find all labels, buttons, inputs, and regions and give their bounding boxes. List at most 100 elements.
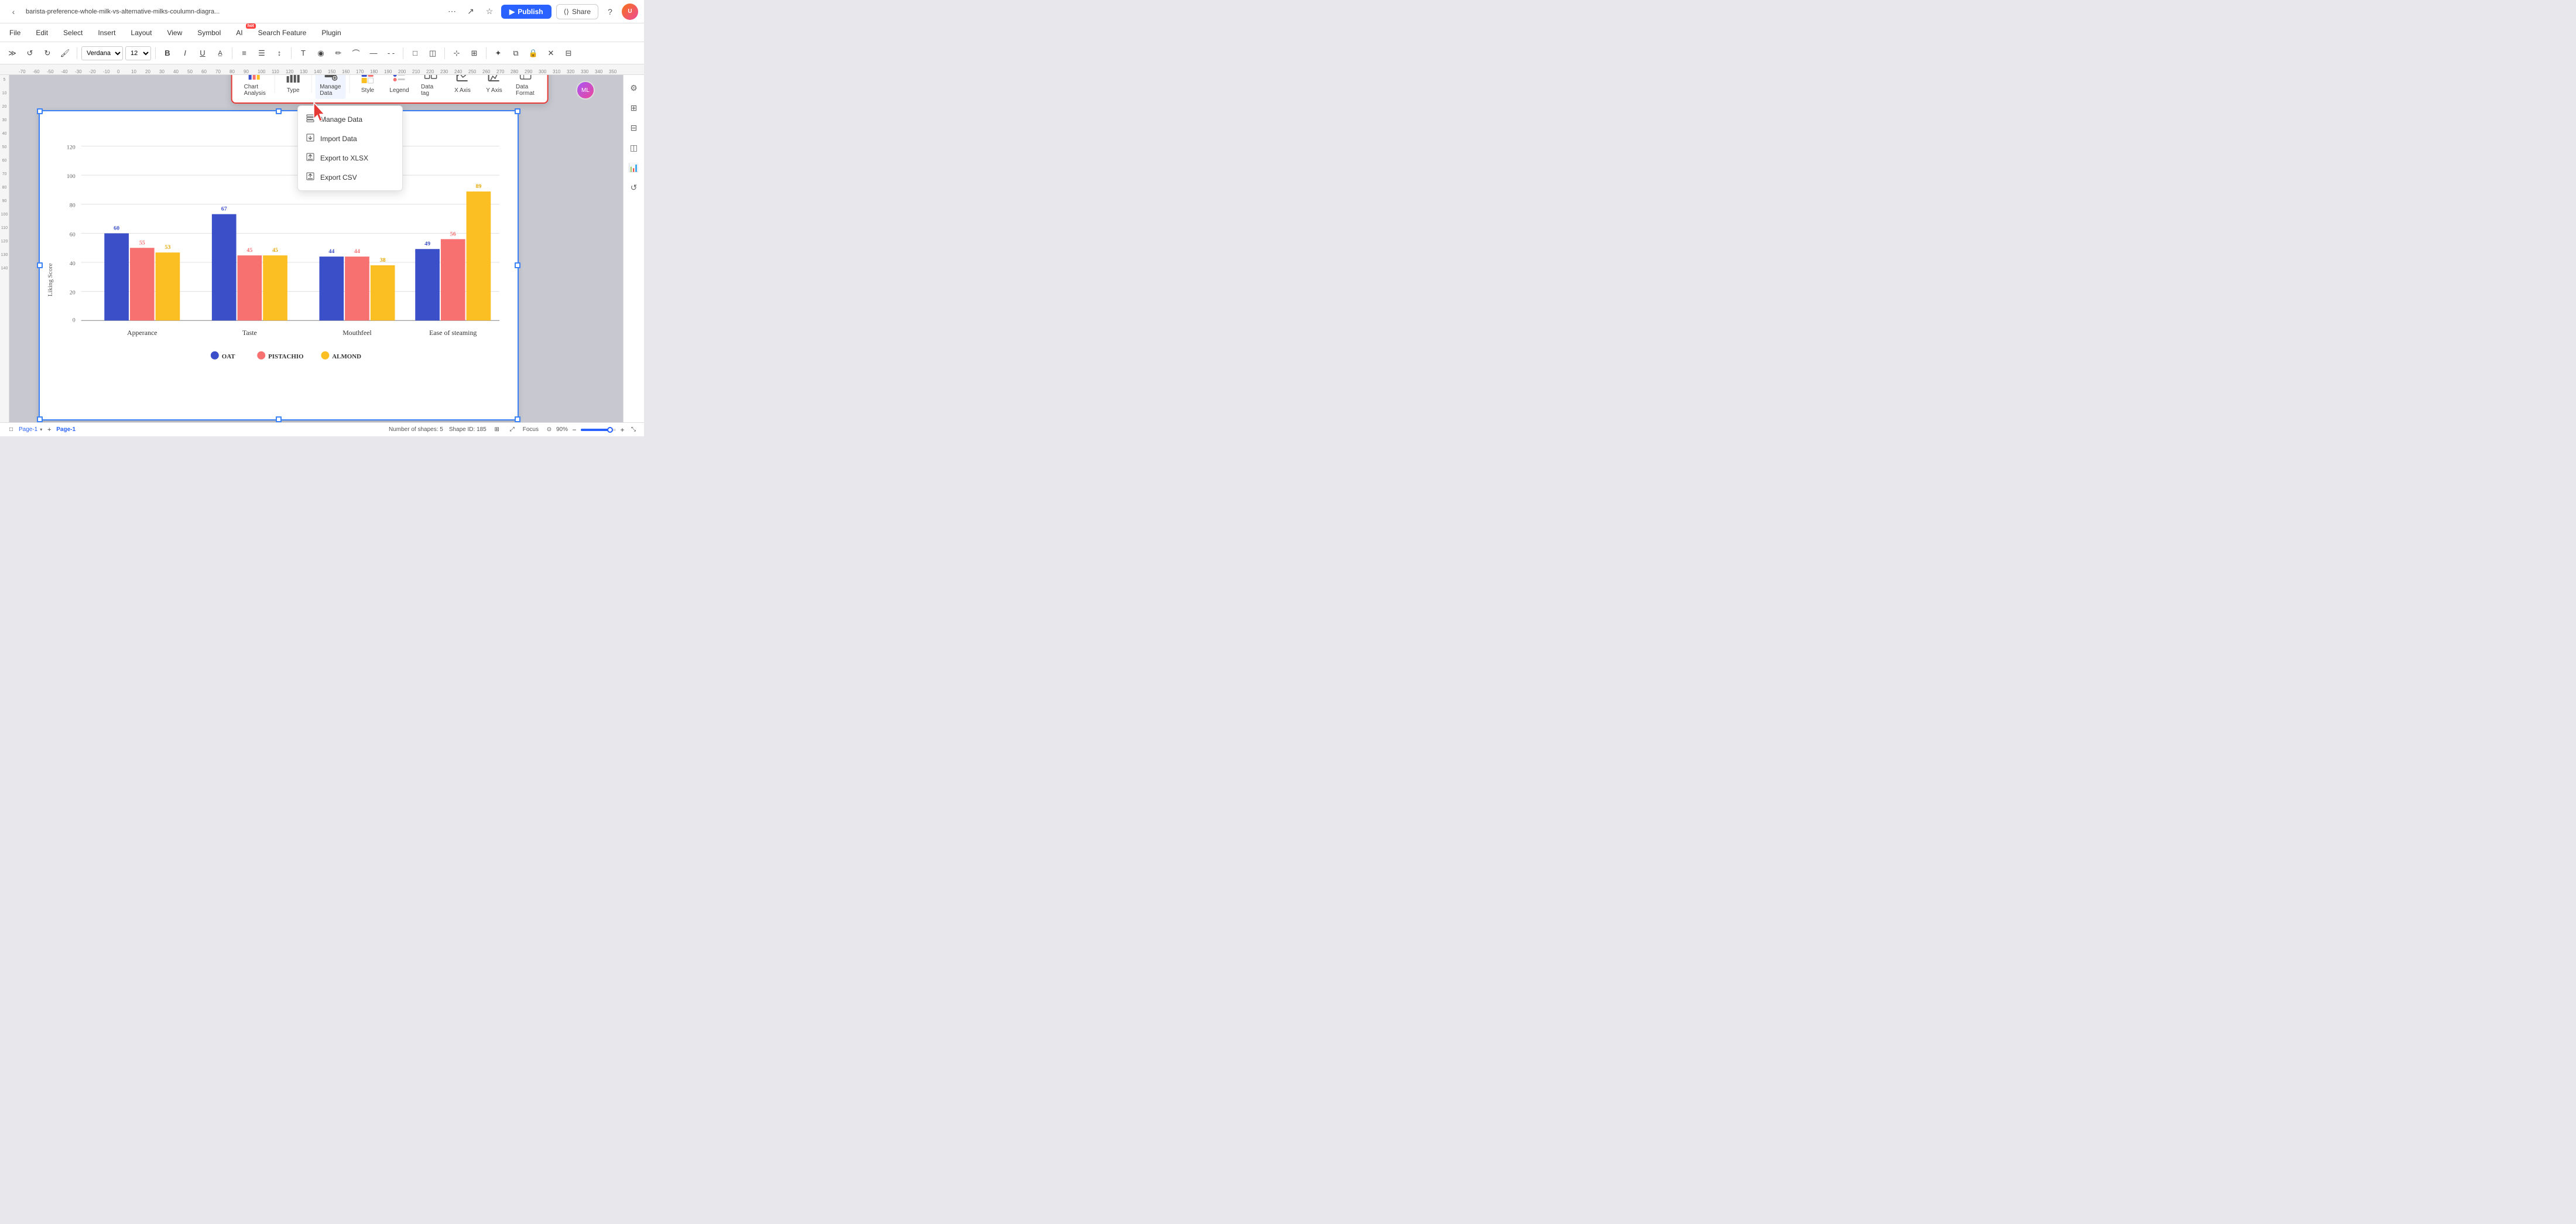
menu-search[interactable]: Search Feature: [256, 27, 309, 39]
bar-taste-oat[interactable]: [212, 214, 237, 321]
line-spacing-button[interactable]: ↕: [272, 46, 287, 61]
bar-apperance-pistachio[interactable]: [130, 248, 155, 320]
align-center-button[interactable]: ☰: [254, 46, 269, 61]
align-left-button[interactable]: ≡: [237, 46, 252, 61]
menu-layout[interactable]: Layout: [128, 27, 154, 39]
add-page-button[interactable]: +: [44, 425, 54, 435]
page-icon[interactable]: □: [6, 425, 16, 435]
handle-top-left[interactable]: [37, 108, 43, 114]
bar-ease-almond[interactable]: [467, 192, 491, 320]
bar-ease-pistachio[interactable]: [441, 239, 465, 320]
handle-top-right[interactable]: [515, 108, 520, 114]
more2-button[interactable]: ⊞: [467, 46, 482, 61]
expand-panel-button[interactable]: ≫: [5, 46, 20, 61]
page-label[interactable]: Page-1: [19, 426, 37, 433]
rp-layers-button[interactable]: ◫: [626, 139, 642, 156]
font-size-select[interactable]: 12: [125, 46, 151, 60]
share-button[interactable]: ⟨⟩ Share: [556, 4, 598, 19]
rp-shapes-button[interactable]: ⊞: [626, 100, 642, 116]
zoom-controls-icon[interactable]: ⊙: [544, 425, 554, 435]
format-painter-button[interactable]: 🖌: [57, 46, 73, 61]
rp-grid-button[interactable]: ⊟: [626, 119, 642, 136]
zoom-out-button[interactable]: −: [570, 426, 578, 434]
dash-button[interactable]: - -: [383, 46, 399, 61]
delete-button[interactable]: ✕: [543, 46, 559, 61]
ft-manage-data[interactable]: Manage Data Manage Data: [315, 75, 345, 99]
handle-middle-left[interactable]: [37, 262, 43, 268]
handle-top-middle[interactable]: [276, 108, 282, 114]
menu-edit[interactable]: Edit: [33, 27, 50, 39]
dd-export-csv[interactable]: Export CSV: [298, 167, 402, 187]
ml-avatar[interactable]: ML: [576, 81, 595, 100]
handle-bottom-left[interactable]: [37, 416, 43, 422]
menu-symbol[interactable]: Symbol: [195, 27, 223, 39]
bar-mouthfeel-oat[interactable]: [319, 257, 344, 320]
connector-button[interactable]: ⌒: [348, 46, 364, 61]
bar-apperance-oat[interactable]: [104, 233, 129, 320]
menu-view[interactable]: View: [165, 27, 184, 39]
ft-data-format[interactable]: Data Format: [511, 75, 540, 99]
handle-bottom-right[interactable]: [515, 416, 520, 422]
current-page-name[interactable]: Page-1: [56, 426, 76, 433]
underline-button[interactable]: U: [195, 46, 210, 61]
cursor-button[interactable]: ✦: [491, 46, 506, 61]
ft-data-tag[interactable]: Data tag: [416, 75, 446, 99]
zoom-value[interactable]: 90%: [556, 426, 568, 433]
italic-button[interactable]: I: [177, 46, 193, 61]
handle-bottom-middle[interactable]: [276, 416, 282, 422]
zoom-in-button[interactable]: +: [618, 426, 626, 434]
fit-screen-button[interactable]: ⤡: [629, 425, 638, 435]
font-family-select[interactable]: Verdana: [81, 46, 123, 60]
crop-button[interactable]: ⧉: [508, 46, 523, 61]
window-menu-icon[interactable]: ⋯: [445, 5, 459, 19]
chart-container[interactable]: Chart Analysis Type: [39, 110, 519, 420]
handle-middle-right[interactable]: [515, 262, 520, 268]
dd-export-xlsx[interactable]: Export to XLSX: [298, 148, 402, 167]
menu-plugin[interactable]: Plugin: [319, 27, 343, 39]
canvas[interactable]: ML: [9, 75, 623, 422]
font-color-button[interactable]: A̲: [213, 46, 228, 61]
external-link-icon[interactable]: ↗: [464, 5, 478, 19]
shadow-button[interactable]: ◫: [425, 46, 440, 61]
focus-label[interactable]: Focus: [523, 426, 539, 433]
bar-mouthfeel-pistachio[interactable]: [345, 257, 369, 320]
help-button[interactable]: ?: [603, 5, 617, 19]
fill-button[interactable]: ◉: [313, 46, 328, 61]
stack-icon[interactable]: ⊞: [492, 425, 502, 435]
ft-style[interactable]: Style: [353, 75, 382, 96]
rp-data-button[interactable]: 📊: [626, 159, 642, 176]
rp-settings-button[interactable]: ⚙: [626, 80, 642, 96]
bar-mouthfeel-almond[interactable]: [371, 265, 395, 320]
zoom-slider-thumb[interactable]: [607, 427, 613, 433]
stroke-button[interactable]: ✏: [331, 46, 346, 61]
rp-history-button[interactable]: ↺: [626, 179, 642, 196]
bold-button[interactable]: B: [160, 46, 175, 61]
table-button[interactable]: ⊟: [561, 46, 576, 61]
bar-ease-oat[interactable]: [415, 249, 440, 320]
text-button[interactable]: T: [296, 46, 311, 61]
menu-select[interactable]: Select: [61, 27, 85, 39]
more1-button[interactable]: ⊹: [449, 46, 464, 61]
lock-button[interactable]: 🔒: [526, 46, 541, 61]
ft-type[interactable]: Type: [279, 75, 308, 96]
bar-taste-almond[interactable]: [263, 255, 287, 320]
back-button[interactable]: ‹: [6, 4, 21, 19]
zoom-slider[interactable]: [581, 429, 616, 431]
avatar[interactable]: U: [622, 4, 638, 20]
line-button[interactable]: —: [366, 46, 381, 61]
publish-button[interactable]: ▶ Publish: [501, 5, 551, 19]
redo-button[interactable]: ↻: [40, 46, 55, 61]
ft-legend[interactable]: Legend: [385, 75, 414, 96]
dd-import-data[interactable]: Import Data: [298, 129, 402, 148]
menu-insert[interactable]: Insert: [95, 27, 118, 39]
undo-button[interactable]: ↺: [22, 46, 37, 61]
page-dropdown-icon[interactable]: ▾: [40, 427, 42, 432]
bar-taste-pistachio[interactable]: [238, 255, 262, 320]
fullscreen-icon[interactable]: ⤢: [508, 425, 517, 435]
menu-file[interactable]: File: [7, 27, 23, 39]
border-button[interactable]: □: [407, 46, 423, 61]
star-icon[interactable]: ☆: [482, 5, 496, 19]
bar-apperance-almond[interactable]: [156, 252, 180, 320]
ft-y-axis[interactable]: Y Axis: [479, 75, 509, 96]
menu-ai[interactable]: AI hot: [234, 27, 245, 39]
